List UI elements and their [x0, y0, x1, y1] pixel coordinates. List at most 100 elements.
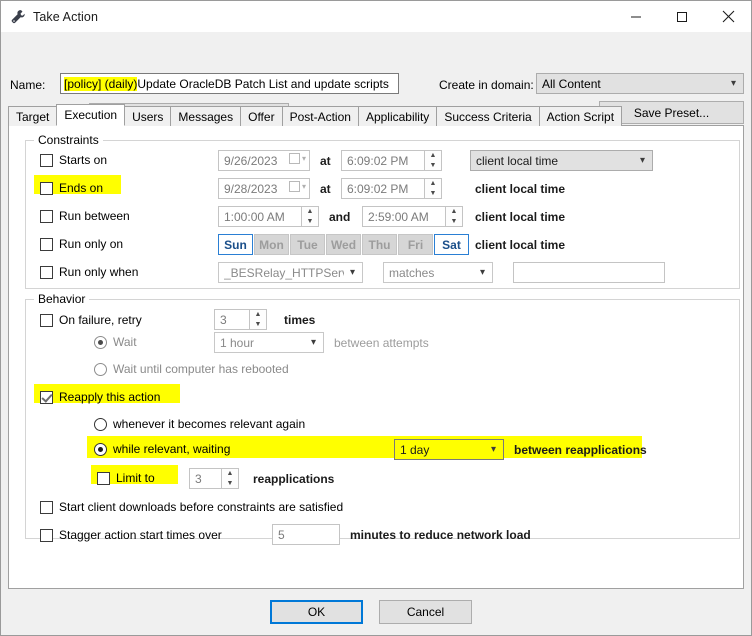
weekday-sat[interactable]: Sat [434, 234, 469, 255]
chevron-down-icon: ▾ [730, 77, 736, 89]
ends-on-time-input[interactable]: 6:09:02 PM ▲ ▼ [341, 178, 442, 199]
tab-execution[interactable]: Execution [56, 104, 126, 126]
starts-on-date-value: 9/26/2023 [224, 153, 278, 168]
on-failure-retry-label: On failure, retry [59, 313, 142, 327]
weekday-fri[interactable]: Fri [398, 234, 433, 255]
while-relevant-radio[interactable]: while relevant, waiting [94, 442, 230, 456]
ends-on-date-value: 9/28/2023 [224, 181, 278, 196]
run-between-timezone-label: client local time [475, 210, 566, 224]
limit-to-spinner[interactable]: ▲ ▼ [221, 469, 238, 488]
tab-action-script[interactable]: Action Script [538, 106, 623, 126]
spin-up-icon[interactable]: ▲ [425, 179, 441, 189]
ends-on-time-value: 6:09:02 PM [347, 181, 409, 196]
starts-on-date-input[interactable]: 9/26/2023 ▾ [218, 150, 310, 171]
stagger-checkbox[interactable]: Stagger action start times over [40, 528, 222, 542]
chevron-down-icon: ▾ [310, 336, 316, 348]
run-only-when-operator-select[interactable]: matches ▾ [383, 262, 493, 283]
retry-count-input[interactable]: 3 ▲ ▼ [214, 309, 267, 330]
on-failure-retry-checkbox[interactable]: On failure, retry [40, 313, 142, 327]
take-action-dialog: Take Action Name: [policy] (daily) Updat… [0, 0, 752, 636]
spin-down-icon[interactable]: ▼ [250, 320, 266, 330]
wait-radio[interactable]: Wait [94, 335, 137, 349]
reapplications-label: reapplications [253, 472, 335, 486]
checkbox-box [40, 528, 53, 542]
weekday-mon[interactable]: Mon [254, 234, 289, 255]
whenever-relevant-radio[interactable]: whenever it becomes relevant again [94, 417, 305, 431]
weekday-label: Fri [407, 237, 424, 252]
window-title: Take Action [33, 9, 99, 24]
spin-up-icon[interactable]: ▲ [302, 207, 318, 217]
calendar-dropdown-icon[interactable]: ▾ [288, 181, 306, 192]
ok-button[interactable]: OK [270, 600, 363, 624]
ends-on-checkbox[interactable]: Ends on [40, 181, 103, 195]
between-reapplications-label: between reapplications [514, 443, 647, 457]
tab-messages[interactable]: Messages [170, 106, 242, 126]
tab-post-action[interactable]: Post-Action [281, 106, 359, 126]
ends-on-timezone-label: client local time [475, 182, 566, 196]
calendar-dropdown-icon[interactable]: ▾ [288, 153, 306, 164]
time-spinner[interactable]: ▲ ▼ [445, 207, 462, 226]
minimize-icon[interactable] [613, 1, 659, 32]
start-client-downloads-checkbox[interactable]: Start client downloads before constraint… [40, 500, 343, 514]
spin-down-icon[interactable]: ▼ [302, 217, 318, 227]
run-between-from-input[interactable]: 1:00:00 AM ▲ ▼ [218, 206, 319, 227]
run-only-on-checkbox[interactable]: Run only on [40, 237, 123, 251]
time-spinner[interactable]: ▲ ▼ [424, 151, 441, 170]
close-icon[interactable] [705, 1, 751, 32]
tab-applicability[interactable]: Applicability [357, 106, 438, 126]
wait-until-rebooted-radio[interactable]: Wait until computer has rebooted [94, 362, 289, 376]
run-between-checkbox[interactable]: Run between [40, 209, 130, 223]
reapply-this-action-checkbox[interactable]: Reapply this action [40, 390, 160, 404]
while-relevant-label: while relevant, waiting [113, 442, 231, 456]
chevron-down-icon: ▾ [301, 153, 306, 163]
stagger-minutes-input[interactable]: 5 [272, 524, 340, 545]
reapplication-interval-select[interactable]: 1 day ▾ [394, 439, 504, 460]
limit-to-checkbox[interactable]: Limit to [97, 471, 155, 485]
spin-down-icon[interactable]: ▼ [425, 189, 441, 199]
name-value-rest: Update OracleDB Patch List and update sc… [137, 76, 389, 91]
spin-up-icon[interactable]: ▲ [425, 151, 441, 161]
starts-on-timezone-select[interactable]: client local time ▾ [470, 150, 653, 171]
wait-duration-select[interactable]: 1 hour ▾ [214, 332, 324, 353]
spin-up-icon[interactable]: ▲ [250, 310, 266, 320]
ends-on-label: Ends on [59, 181, 104, 195]
retry-count-spinner[interactable]: ▲ ▼ [249, 310, 266, 329]
create-in-domain-select[interactable]: All Content ▾ [536, 73, 744, 94]
limit-to-count-input[interactable]: 3 ▲ ▼ [189, 468, 239, 489]
weekday-thu[interactable]: Thu [362, 234, 397, 255]
ends-on-date-input[interactable]: 9/28/2023 ▾ [218, 178, 310, 199]
time-spinner[interactable]: ▲ ▼ [301, 207, 318, 226]
spin-down-icon[interactable]: ▼ [222, 479, 238, 489]
tab-offer[interactable]: Offer [240, 106, 283, 126]
weekday-wed[interactable]: Wed [326, 234, 361, 255]
run-only-when-property-select[interactable]: _BESRelay_HTTPServer_ ▾ [218, 262, 363, 283]
starts-on-timezone-value: client local time [476, 153, 559, 168]
weekday-sun[interactable]: Sun [218, 234, 253, 255]
chevron-down-icon: ▾ [349, 266, 355, 278]
spin-down-icon[interactable]: ▼ [425, 161, 441, 171]
tab-label: Action Script [546, 109, 615, 124]
cancel-button[interactable]: Cancel [379, 600, 472, 624]
starts-on-checkbox[interactable]: Starts on [40, 153, 107, 167]
run-only-when-checkbox[interactable]: Run only when [40, 265, 138, 279]
radio-circle [94, 417, 107, 431]
spin-up-icon[interactable]: ▲ [222, 469, 238, 479]
run-only-when-value-input[interactable] [513, 262, 665, 283]
tab-users[interactable]: Users [124, 106, 172, 126]
starts-on-time-input[interactable]: 6:09:02 PM ▲ ▼ [341, 150, 442, 171]
weekday-tue[interactable]: Tue [290, 234, 325, 255]
run-between-to-input[interactable]: 2:59:00 AM ▲ ▼ [362, 206, 463, 227]
spin-up-icon[interactable]: ▲ [446, 207, 462, 217]
radio-circle [94, 442, 107, 456]
name-value-highlighted: [policy] (daily) [64, 76, 138, 91]
maximize-icon[interactable] [659, 1, 705, 32]
spin-down-icon[interactable]: ▼ [446, 217, 462, 227]
tab-success-criteria[interactable]: Success Criteria [436, 106, 540, 126]
time-spinner[interactable]: ▲ ▼ [424, 179, 441, 198]
wait-label: Wait [113, 335, 137, 349]
name-input[interactable]: [policy] (daily) Update OracleDB Patch L… [60, 73, 399, 94]
tab-target[interactable]: Target [8, 106, 58, 126]
execution-tab-panel: Constraints Starts on 9/26/2023 ▾ at 6:0… [8, 125, 744, 589]
weekday-label: Sun [224, 237, 247, 252]
tab-label: Execution [64, 108, 118, 122]
